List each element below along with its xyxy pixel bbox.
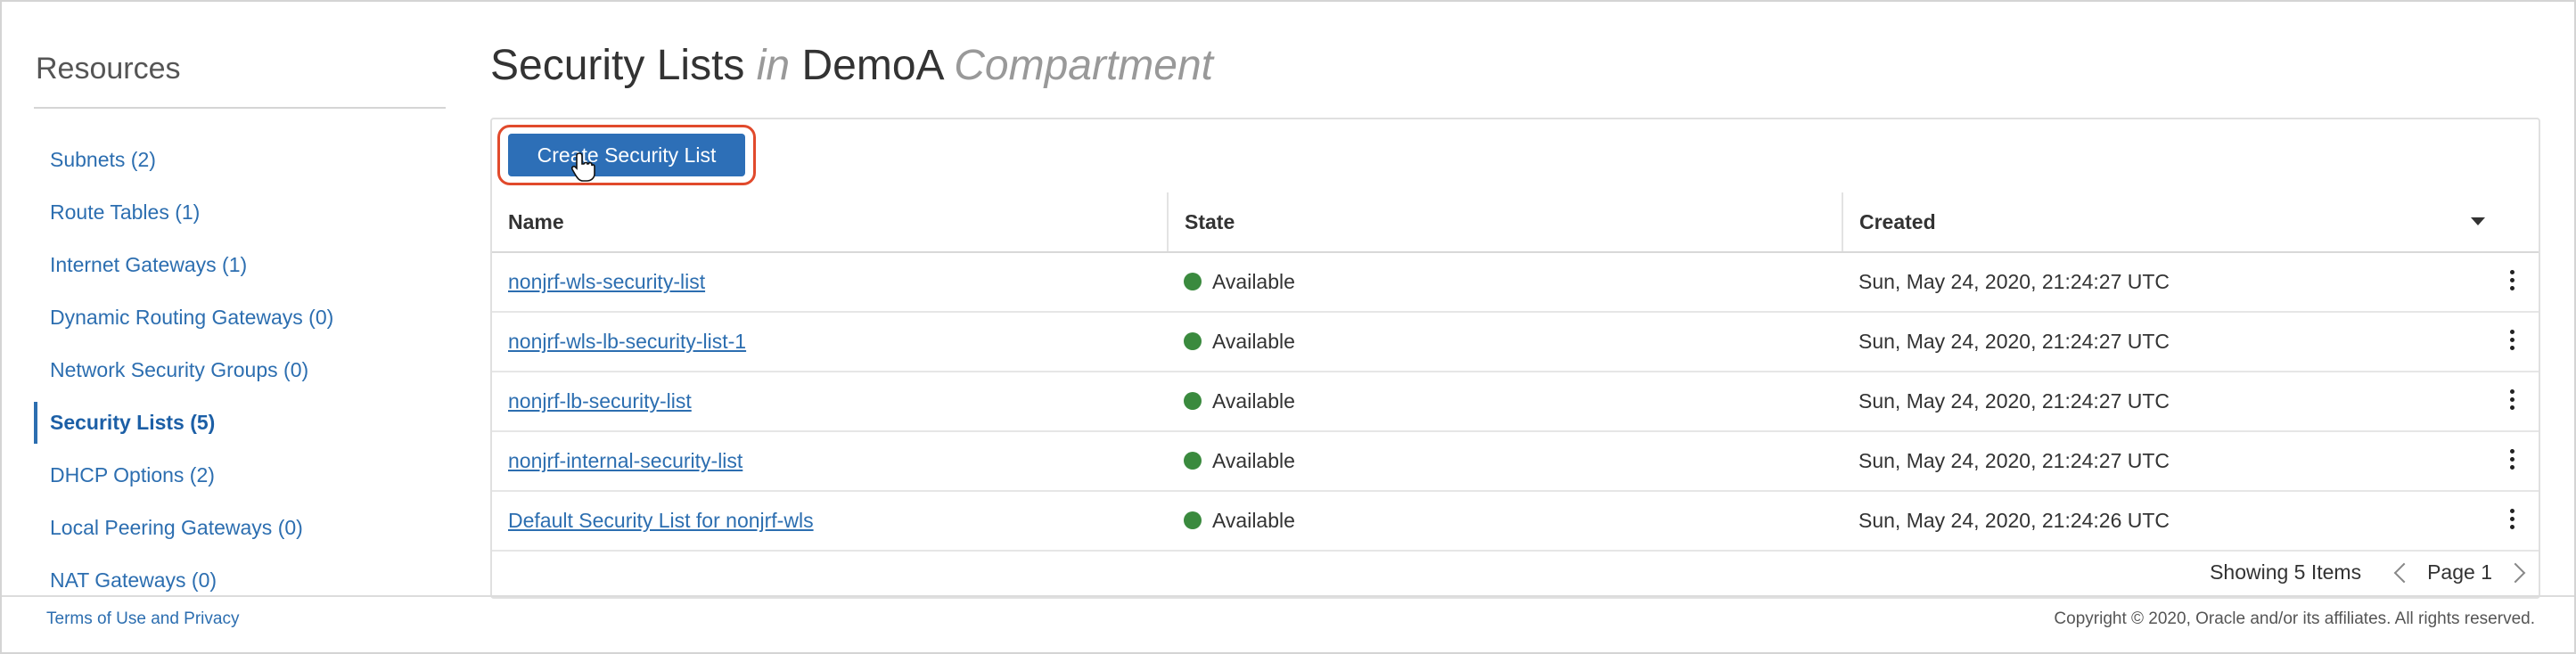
cell-state: Available	[1168, 431, 1842, 492]
column-header-name[interactable]: Name	[492, 192, 1169, 253]
table-toolbar: Create Security List	[492, 119, 2539, 194]
security-list-link[interactable]: nonjrf-wls-lb-security-list-1	[508, 330, 746, 353]
sidebar-item-internet-gateways[interactable]: Internet Gateways (1)	[34, 239, 446, 291]
sidebar-item-subnets[interactable]: Subnets (2)	[34, 134, 446, 186]
table-row: nonjrf-wls-security-list Available Sun, …	[492, 252, 2539, 313]
green-dot-icon	[1184, 511, 1202, 529]
cell-state: Available	[1168, 372, 1842, 432]
kebab-menu-icon[interactable]	[2503, 270, 2521, 290]
state-label: Available	[1212, 270, 1295, 293]
column-header-created[interactable]: Created	[1842, 192, 2539, 253]
created-timestamp: Sun, May 24, 2020, 21:24:27 UTC	[1858, 389, 2170, 413]
green-dot-icon	[1184, 451, 1202, 470]
sidebar-item-dynamic-routing-gateways[interactable]: Dynamic Routing Gateways (0)	[34, 291, 446, 344]
sidebar-item-nat-gateways[interactable]: NAT Gateways (0)	[34, 554, 446, 607]
created-timestamp: Sun, May 24, 2020, 21:24:27 UTC	[1858, 330, 2170, 353]
hand-pointer-icon	[570, 152, 595, 182]
cell-name: nonjrf-internal-security-list	[492, 431, 1168, 492]
cell-state: Available	[1168, 312, 1842, 372]
resources-divider	[34, 107, 446, 109]
state-label: Available	[1212, 449, 1295, 472]
column-header-state[interactable]: State	[1168, 192, 1843, 253]
chevron-left-icon[interactable]	[2393, 562, 2415, 583]
green-dot-icon	[1184, 391, 1202, 410]
security-list-link[interactable]: nonjrf-lb-security-list	[508, 389, 692, 413]
security-lists-table: Name State Created nonjrf-wls-security-l…	[492, 192, 2539, 552]
state-label: Available	[1212, 330, 1295, 353]
kebab-menu-icon[interactable]	[2503, 449, 2521, 470]
page-title-in: in	[756, 42, 791, 89]
security-list-link[interactable]: Default Security List for nonjrf-wls	[508, 509, 814, 532]
copyright-text: Copyright © 2020, Oracle and/or its affi…	[2054, 609, 2535, 628]
kebab-menu-icon[interactable]	[2503, 389, 2521, 410]
table-row: Default Security List for nonjrf-wls Ava…	[492, 491, 2539, 552]
green-dot-icon	[1184, 331, 1202, 350]
security-list-link[interactable]: nonjrf-internal-security-list	[508, 449, 742, 472]
cell-created: Sun, May 24, 2020, 21:24:27 UTC	[1842, 431, 2539, 492]
cell-name: nonjrf-lb-security-list	[492, 372, 1168, 432]
app-frame: Resources Subnets (2) Route Tables (1) I…	[0, 0, 2576, 654]
sidebar-item-local-peering-gateways[interactable]: Local Peering Gateways (0)	[34, 502, 446, 554]
cell-created: Sun, May 24, 2020, 21:24:27 UTC	[1842, 252, 2539, 313]
sidebar-item-dhcp-options[interactable]: DHCP Options (2)	[34, 449, 446, 502]
sidebar-item-network-security-groups[interactable]: Network Security Groups (0)	[34, 344, 446, 396]
cell-created: Sun, May 24, 2020, 21:24:27 UTC	[1842, 372, 2539, 432]
sidebar-item-route-tables[interactable]: Route Tables (1)	[34, 186, 446, 239]
terms-link[interactable]: Terms of Use and Privacy	[46, 609, 239, 629]
resources-title: Resources	[36, 52, 181, 86]
table-row: nonjrf-lb-security-list Available Sun, M…	[492, 372, 2539, 432]
security-list-link[interactable]: nonjrf-wls-security-list	[508, 270, 705, 293]
security-lists-panel: Create Security List Name State Created …	[490, 118, 2540, 599]
green-dot-icon	[1184, 272, 1202, 290]
cell-created: Sun, May 24, 2020, 21:24:27 UTC	[1842, 312, 2539, 372]
compartment-name: DemoA	[801, 42, 942, 89]
compartment-word: Compartment	[954, 42, 1213, 89]
sidebar-item-security-lists[interactable]: Security Lists (5)	[34, 396, 446, 449]
page-title: Security Lists in DemoA Compartment	[490, 41, 1213, 90]
chevron-right-icon[interactable]	[2505, 562, 2526, 583]
table-header-row: Name State Created	[492, 192, 2539, 253]
cell-created: Sun, May 24, 2020, 21:24:26 UTC	[1842, 491, 2539, 552]
caret-down-icon[interactable]	[2471, 217, 2485, 225]
pagination: Showing 5 Items Page 1	[2210, 560, 2526, 585]
column-header-created-label: Created	[1859, 209, 1936, 233]
kebab-menu-icon[interactable]	[2503, 509, 2521, 529]
table-row: nonjrf-wls-lb-security-list-1 Available …	[492, 312, 2539, 372]
footer-divider	[2, 595, 2574, 597]
cell-name: nonjrf-wls-security-list	[492, 252, 1168, 313]
cell-name: Default Security List for nonjrf-wls	[492, 491, 1168, 552]
items-count: Showing 5 Items	[2210, 560, 2362, 584]
state-label: Available	[1212, 509, 1295, 532]
table-row: nonjrf-internal-security-list Available …	[492, 431, 2539, 492]
resources-list: Subnets (2) Route Tables (1) Internet Ga…	[34, 134, 446, 607]
created-timestamp: Sun, May 24, 2020, 21:24:26 UTC	[1858, 509, 2170, 532]
cell-state: Available	[1168, 491, 1842, 552]
created-timestamp: Sun, May 24, 2020, 21:24:27 UTC	[1858, 449, 2170, 472]
page-indicator: Page 1	[2427, 560, 2492, 584]
created-timestamp: Sun, May 24, 2020, 21:24:27 UTC	[1858, 270, 2170, 293]
cell-name: nonjrf-wls-lb-security-list-1	[492, 312, 1168, 372]
kebab-menu-icon[interactable]	[2503, 330, 2521, 350]
state-label: Available	[1212, 389, 1295, 413]
cell-state: Available	[1168, 252, 1842, 313]
page-title-main: Security Lists	[490, 42, 745, 89]
create-security-list-button[interactable]: Create Security List	[508, 134, 745, 176]
